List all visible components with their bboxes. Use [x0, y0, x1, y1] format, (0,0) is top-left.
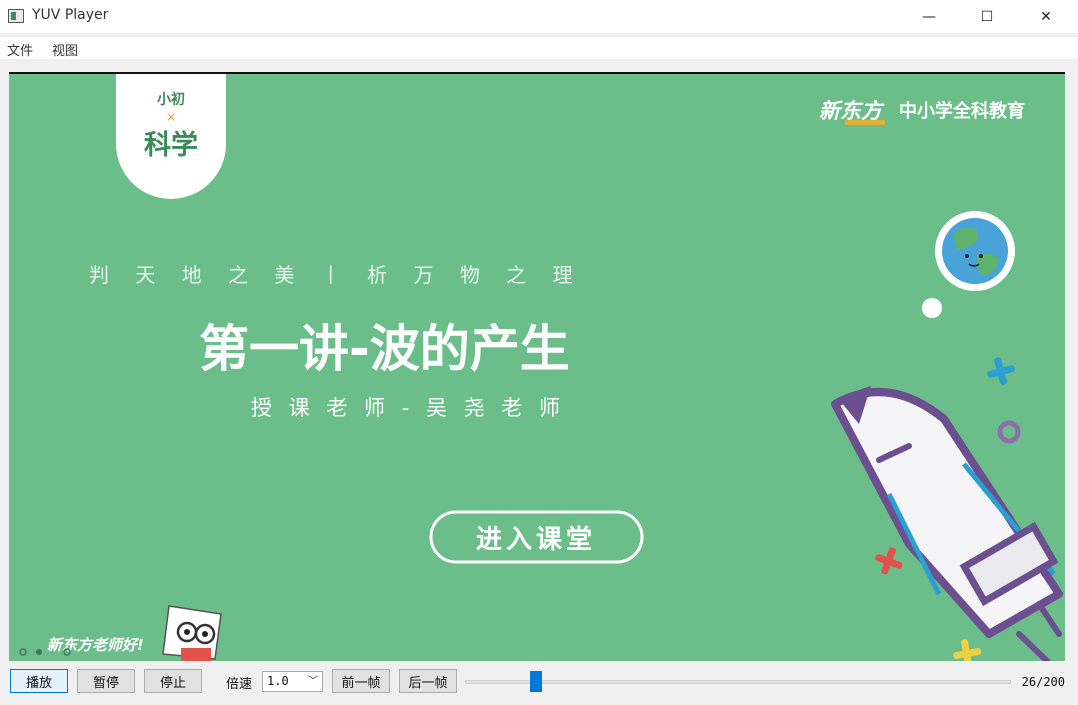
chevron-down-icon: ﹀ — [308, 676, 318, 687]
brand-sub-text: 中小学全科教育 — [899, 100, 1025, 122]
enter-classroom-button[interactable]: 进入课堂 — [429, 510, 644, 564]
brand-logo-text: 新东方 — [819, 99, 885, 123]
enter-classroom-label: 进入课堂 — [476, 525, 596, 555]
speed-select[interactable]: 1.0 ﹀ — [262, 671, 323, 692]
video-frame-graphic: 小初 × 科学 新东方 中小学全科教育 判 天 地 之 美 丨 析 万 物 之 … — [19, 74, 1063, 661]
progress-slider-handle[interactable] — [530, 671, 542, 692]
bubble-decoration — [922, 298, 942, 318]
speed-label: 倍速 — [226, 677, 253, 692]
app-icon — [8, 9, 24, 23]
prev-frame-button[interactable]: 前一帧 — [332, 669, 390, 693]
mascot-icon — [162, 605, 222, 661]
progress-slider[interactable] — [465, 680, 1011, 684]
video-display: 小初 × 科学 新东方 中小学全科教育 判 天 地 之 美 丨 析 万 物 之 … — [9, 72, 1065, 661]
window-title: YUV Player — [32, 7, 109, 23]
stop-button[interactable]: 停止 — [144, 669, 202, 693]
play-button[interactable]: 播放 — [10, 669, 68, 693]
menu-view[interactable]: 视图 — [52, 40, 78, 59]
speed-value: 1.0 — [267, 674, 289, 688]
frame-counter: 26/200 — [1021, 675, 1065, 689]
earth-icon — [935, 211, 1015, 291]
plus-icon-yellow — [953, 639, 982, 661]
pause-button[interactable]: 暂停 — [77, 669, 135, 693]
plus-icon-red — [875, 547, 903, 575]
greeting-text: 新东方老师好! — [47, 636, 144, 654]
ring-decoration — [997, 420, 1021, 444]
badge-x-text: × — [166, 110, 176, 124]
maximize-button[interactable]: ☐ — [962, 0, 1012, 33]
teacher-text: 授 课 老 师 - 吴 尧 老 师 — [251, 396, 565, 420]
plus-icon-blue — [987, 357, 1015, 385]
title-bar: YUV Player — ☐ ✕ — [0, 0, 1078, 33]
badge-top-text: 小初 — [157, 91, 185, 108]
close-button[interactable]: ✕ — [1021, 0, 1071, 33]
rocket-illustration — [831, 386, 1063, 661]
lecture-title: 第一讲-波的产生 — [199, 320, 570, 378]
subject-badge: 小初 × 科学 — [116, 74, 226, 199]
badge-subject-text: 科学 — [144, 129, 198, 161]
next-frame-button[interactable]: 后一帧 — [399, 669, 457, 693]
menu-bar: 文件 视图 — [0, 37, 1078, 59]
minimize-button[interactable]: — — [904, 0, 954, 33]
menu-file[interactable]: 文件 — [7, 40, 33, 59]
brand-logo: 新东方 中小学全科教育 — [819, 99, 1025, 125]
motto-text: 判 天 地 之 美 丨 析 万 物 之 理 — [89, 263, 583, 287]
